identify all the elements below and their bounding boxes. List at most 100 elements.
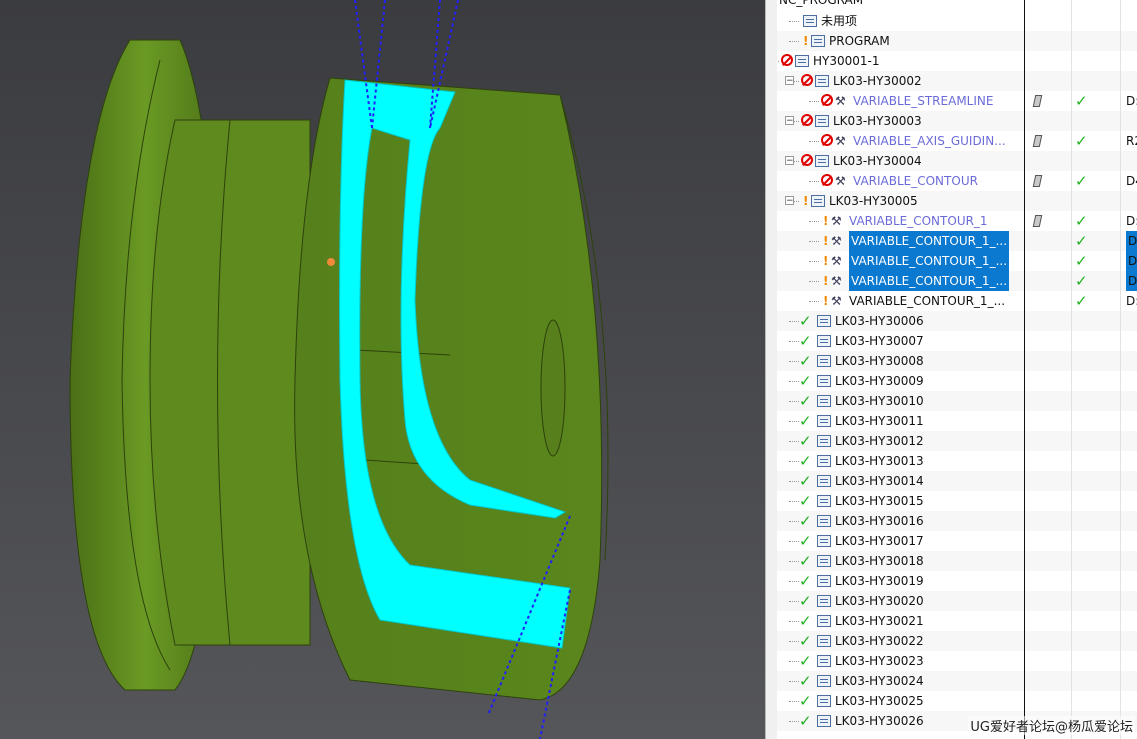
tree-item-label: 未用项 xyxy=(821,14,858,28)
program-group-row[interactable]: ✓ LK03-HY30011 xyxy=(777,411,1137,431)
operation-icon: ⚒ xyxy=(831,214,842,228)
tree-item-label: LK03-HY30018 xyxy=(835,554,924,568)
collapse-toggle-icon[interactable]: − xyxy=(785,196,794,206)
tool-column-value: D: xyxy=(1126,251,1137,271)
tree-connector xyxy=(777,61,779,62)
program-group-row[interactable]: ✓ LK03-HY30009 xyxy=(777,371,1137,391)
part-model[interactable] xyxy=(0,0,765,739)
operation-row[interactable]: !⚒ VARIABLE_CONTOUR_1_... ✓ D: xyxy=(777,271,1137,291)
complete-check-icon: ✓ xyxy=(799,432,812,450)
program-group-row[interactable]: ✓ LK03-HY30007 xyxy=(777,331,1137,351)
collapse-toggle-icon[interactable]: − xyxy=(785,156,794,166)
tree-item-label: VARIABLE_AXIS_GUIDIN... xyxy=(853,134,1006,148)
tool-column-value: R2 xyxy=(1126,134,1137,148)
tree-root-label: NC_PROGRAM xyxy=(779,0,864,7)
program-group-row[interactable]: −! LK03-HY30005 xyxy=(777,191,1137,211)
program-group-row[interactable]: − LK03-HY30003 xyxy=(777,111,1137,131)
graphics-viewport[interactable] xyxy=(0,0,765,739)
watermark: UG爱好者论坛@杨瓜爱论坛 xyxy=(968,716,1135,735)
tree-connector xyxy=(789,581,799,582)
program-group-row[interactable]: ✓ LK03-HY30021 xyxy=(777,611,1137,631)
tree-connector xyxy=(789,441,799,442)
complete-check-icon: ✓ xyxy=(799,712,812,730)
tree-root[interactable]: NC_PROGRAM xyxy=(777,0,1137,10)
operation-row[interactable]: !⚒ VARIABLE_CONTOUR_1_... ✓ D: xyxy=(777,291,1137,311)
complete-check-icon: ✓ xyxy=(799,652,812,670)
tree-item-label: LK03-HY30019 xyxy=(835,574,924,588)
operation-row[interactable]: !⚒ VARIABLE_CONTOUR_1 ✓ D: xyxy=(777,211,1137,231)
tree-connector xyxy=(809,221,819,222)
collapse-toggle-icon[interactable]: − xyxy=(785,116,794,126)
operation-icon: ⚒ xyxy=(831,254,842,268)
program-group-row[interactable]: ✓ LK03-HY30015 xyxy=(777,491,1137,511)
program-group-row[interactable]: 未用项 xyxy=(777,11,1137,31)
folder-icon xyxy=(815,155,829,167)
tree-item-label: LK03-HY30002 xyxy=(833,74,922,88)
program-group-row[interactable]: ✓ LK03-HY30010 xyxy=(777,391,1137,411)
tree-item-label: PROGRAM xyxy=(829,34,890,48)
folder-icon xyxy=(803,15,817,27)
folder-icon xyxy=(817,335,831,347)
folder-icon xyxy=(817,315,831,327)
tree-item-label: LK03-HY30024 xyxy=(835,674,924,688)
folder-icon xyxy=(817,535,831,547)
program-group-row[interactable]: ! PROGRAM xyxy=(777,31,1137,51)
tree-item-label: LK03-HY30023 xyxy=(835,654,924,668)
toolpath-status-check-icon: ✓ xyxy=(1075,292,1088,310)
program-group-row[interactable]: ✓ LK03-HY30012 xyxy=(777,431,1137,451)
program-group-row[interactable]: ✓ LK03-HY30014 xyxy=(777,471,1137,491)
tree-item-label: VARIABLE_CONTOUR_1_... xyxy=(849,294,1006,308)
prohibited-status-icon xyxy=(801,154,813,166)
prohibited-status-icon xyxy=(801,114,813,126)
program-group-row[interactable]: ✓ LK03-HY30006 xyxy=(777,311,1137,331)
prohibited-status-icon xyxy=(821,94,833,106)
tool-column-value: D: xyxy=(1126,271,1137,291)
toolpath-status-check-icon: ✓ xyxy=(1075,132,1088,150)
program-group-row[interactable]: ✓ LK03-HY30016 xyxy=(777,511,1137,531)
column-separator[interactable] xyxy=(1120,0,1121,739)
operation-row[interactable]: !⚒ VARIABLE_CONTOUR_1_... ✓ D: xyxy=(777,231,1137,251)
program-group-row[interactable]: ✓ LK03-HY30017 xyxy=(777,531,1137,551)
warning-status-icon: ! xyxy=(823,274,829,288)
program-group-row[interactable]: − LK03-HY30002 xyxy=(777,71,1137,91)
folder-icon xyxy=(817,395,831,407)
complete-check-icon: ✓ xyxy=(799,592,812,610)
tree-item-label: LK03-HY30015 xyxy=(835,494,924,508)
tree-connector xyxy=(809,141,819,142)
program-group-row[interactable]: ✓ LK03-HY30020 xyxy=(777,591,1137,611)
operation-row[interactable]: ⚒ VARIABLE_STREAMLINE ✓ D: xyxy=(777,91,1137,111)
folder-icon xyxy=(817,675,831,687)
program-group-row[interactable]: ✓ LK03-HY30019 xyxy=(777,571,1137,591)
program-group-row[interactable]: ✓ LK03-HY30013 xyxy=(777,451,1137,471)
tree-connector xyxy=(789,501,799,502)
program-group-row[interactable]: ✓ LK03-HY30025 xyxy=(777,691,1137,711)
tree-item-label: LK03-HY30006 xyxy=(835,314,924,328)
operation-row[interactable]: ⚒ VARIABLE_CONTOUR ✓ D4 xyxy=(777,171,1137,191)
complete-check-icon: ✓ xyxy=(799,332,812,350)
warning-status-icon: ! xyxy=(823,234,829,248)
column-separator[interactable] xyxy=(1024,0,1025,739)
tool-column-value: D: xyxy=(1126,94,1137,108)
program-group-row[interactable]: −HY30001-1 xyxy=(777,51,1137,71)
prohibited-status-icon xyxy=(801,74,813,86)
complete-check-icon: ✓ xyxy=(799,672,812,690)
program-group-row[interactable]: ✓ LK03-HY30018 xyxy=(777,551,1137,571)
column-separator[interactable] xyxy=(1071,0,1072,739)
program-group-row[interactable]: ✓ LK03-HY30008 xyxy=(777,351,1137,371)
warning-status-icon: ! xyxy=(823,214,829,228)
toolpath-status-check-icon: ✓ xyxy=(1075,92,1088,110)
collapse-toggle-icon[interactable]: − xyxy=(785,76,794,86)
program-group-row[interactable]: ✓ LK03-HY30023 xyxy=(777,651,1137,671)
tree-item-label: LK03-HY30010 xyxy=(835,394,924,408)
program-group-row[interactable]: − LK03-HY30004 xyxy=(777,151,1137,171)
tree-item-label: LK03-HY30004 xyxy=(833,154,922,168)
tree-connector xyxy=(789,621,799,622)
prohibited-status-icon xyxy=(781,54,793,66)
operation-navigator: NC_PROGRAM 未用项!PROGRAM−HY30001-1−LK03-HY… xyxy=(777,0,1137,739)
tree-connector xyxy=(809,281,819,282)
tool-column-value: D: xyxy=(1126,214,1137,228)
program-group-row[interactable]: ✓ LK03-HY30022 xyxy=(777,631,1137,651)
program-group-row[interactable]: ✓ LK03-HY30024 xyxy=(777,671,1137,691)
operation-row[interactable]: ⚒ VARIABLE_AXIS_GUIDIN... ✓ R2 xyxy=(777,131,1137,151)
operation-row[interactable]: !⚒ VARIABLE_CONTOUR_1_... ✓ D: xyxy=(777,251,1137,271)
